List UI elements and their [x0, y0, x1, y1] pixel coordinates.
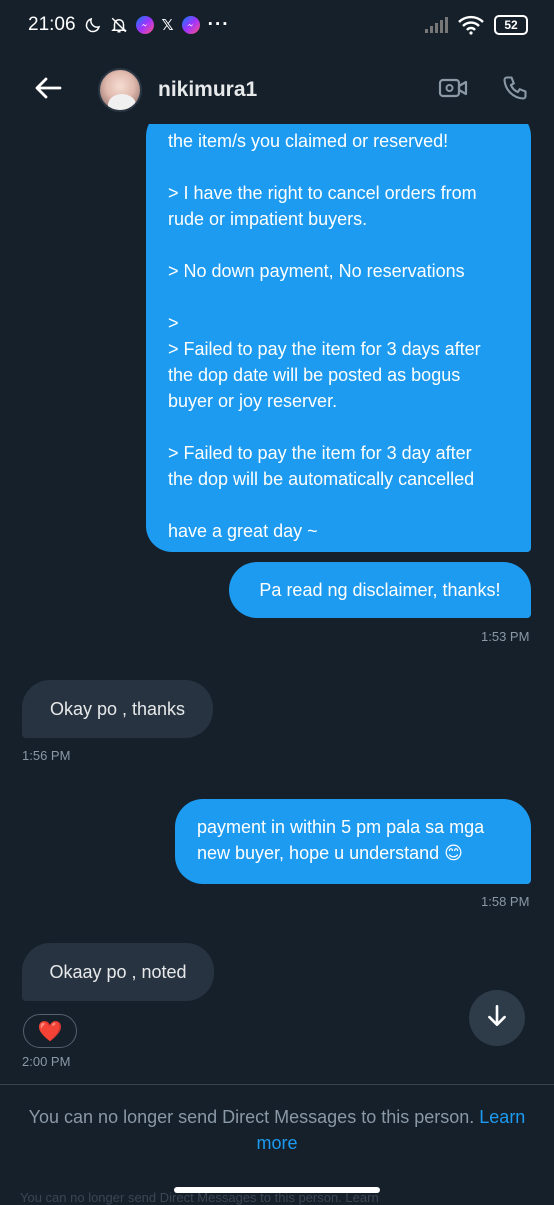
message-bubble-incoming[interactable]: Okay po , thanks [22, 680, 213, 738]
avatar[interactable] [98, 68, 142, 112]
message-line: > Failed to pay the item for 3 days afte… [168, 339, 481, 359]
message-line: rude or impatient buyers. [168, 209, 368, 229]
more-dots-icon: ··· [207, 14, 230, 35]
wifi-icon [458, 15, 484, 35]
message-line: have a great day ~ [168, 521, 318, 541]
scroll-to-bottom-button[interactable] [469, 990, 525, 1046]
message-line [168, 284, 509, 310]
conversation-username[interactable]: nikimura1 [158, 78, 257, 102]
messenger-icon [135, 16, 154, 34]
battery-indicator: 52 [494, 15, 528, 35]
status-bar: 21:06 𝕏 ··· 52 [0, 0, 554, 50]
conversation-header: nikimura1 [0, 58, 554, 122]
message-line: the dop will be automatically cancelled [168, 469, 475, 489]
x-icon: 𝕏 [161, 17, 174, 34]
moon-icon [84, 16, 102, 34]
message-line: > Failed to pay the item for 3 day after [168, 443, 472, 463]
message-timestamp: 2:00 PM [22, 1054, 71, 1069]
dm-disabled-text: You can no longer send Direct Messages t… [28, 1107, 475, 1127]
message-bubble-incoming[interactable]: Okaay po , noted [22, 943, 214, 1001]
message-line [168, 232, 509, 258]
video-call-button[interactable] [436, 73, 470, 107]
status-time: 21:06 [28, 14, 76, 35]
status-left: 21:06 𝕏 ··· [28, 14, 230, 36]
back-arrow-icon [34, 76, 62, 105]
back-button[interactable] [24, 66, 72, 114]
message-line [168, 154, 509, 180]
message-text: Okay po , thanks [49, 699, 186, 719]
message-bubble-outgoing[interactable]: payment in within 5 pm pala sa mga new b… [175, 799, 531, 884]
message-line: the item/s you claimed or reserved! [168, 131, 449, 151]
message-line [168, 414, 509, 440]
signal-icon [424, 16, 448, 34]
heart-reaction[interactable]: ❤️ [23, 1014, 77, 1048]
arrow-down-icon [484, 1003, 510, 1034]
message-timestamp: 1:53 PM [481, 629, 530, 644]
mute-bell-icon [110, 16, 128, 34]
header-actions [436, 73, 532, 107]
dm-disabled-notice: You can no longer send Direct Messages t… [20, 1104, 534, 1156]
heart-icon: ❤️ [37, 1020, 63, 1043]
status-right: 52 [424, 15, 528, 35]
message-text: Pa read ng disclaimer, thanks! [259, 580, 501, 600]
message-text: Okaay po , noted [49, 962, 187, 982]
message-line: > No down payment, No reservations [168, 261, 465, 281]
message-bubble-outgoing[interactable]: the item/s you claimed or reserved! > I … [146, 124, 531, 552]
message-timestamp: 1:56 PM [22, 748, 71, 763]
message-bubble-outgoing[interactable]: Pa read ng disclaimer, thanks! [229, 562, 531, 618]
phone-call-button[interactable] [498, 73, 532, 107]
message-list[interactable]: the item/s you claimed or reserved! > I … [0, 124, 554, 1084]
message-line [168, 492, 509, 518]
message-line: > I have the right to cancel orders from [168, 183, 477, 203]
message-line: payment in within 5 pm pala sa mga [197, 817, 485, 837]
home-indicator[interactable] [174, 1187, 380, 1193]
messenger-icon [181, 16, 200, 34]
message-timestamp: 1:58 PM [481, 894, 530, 909]
message-line: new buyer, hope u understand 😊 [197, 843, 463, 863]
message-line: the dop date will be posted as bogus [168, 365, 461, 385]
message-line: > [168, 313, 179, 333]
phone-call-icon [501, 74, 529, 107]
video-call-icon [438, 76, 468, 105]
composer-divider [0, 1084, 554, 1085]
message-line: buyer or joy reserver. [168, 391, 338, 411]
